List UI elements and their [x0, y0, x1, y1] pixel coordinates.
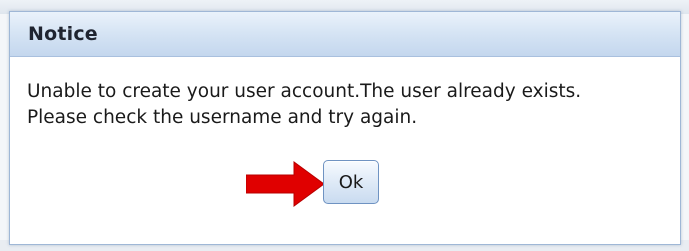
dialog-titlebar: Notice: [10, 12, 680, 57]
red-arrow-icon: [246, 161, 325, 207]
ok-button[interactable]: Ok: [323, 160, 379, 204]
message-line: Please check the username and try again.: [27, 107, 418, 128]
dialog-title: Notice: [28, 23, 98, 45]
message-line: Unable to create your user account.The u…: [27, 81, 582, 102]
notice-dialog: Notice Unable to create your user accoun…: [9, 11, 681, 245]
dialog-message: Unable to create your user account.The u…: [27, 79, 667, 131]
